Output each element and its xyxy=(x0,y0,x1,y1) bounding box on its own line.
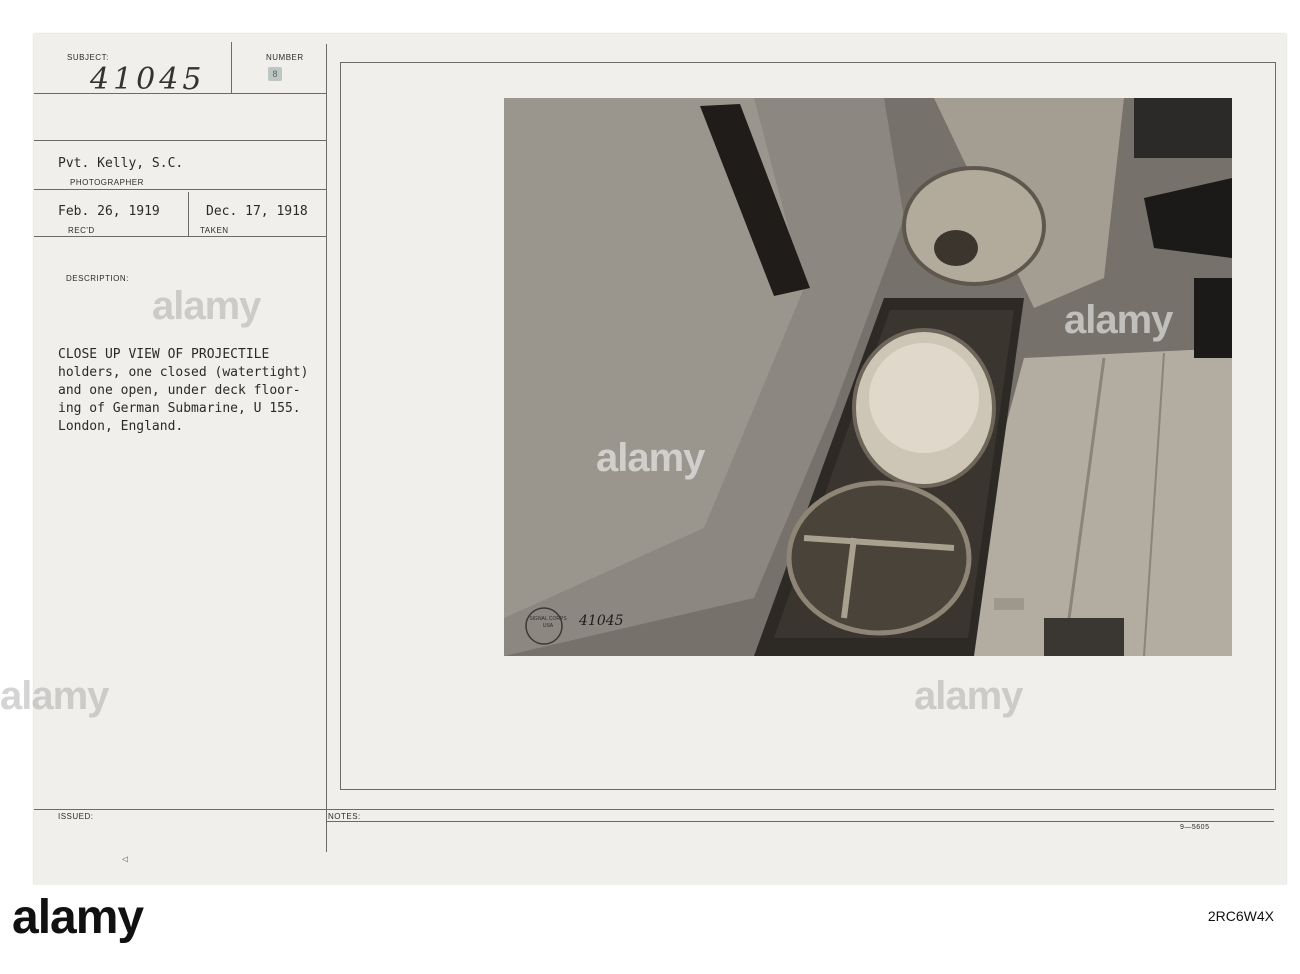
description-text: CLOSE UP VIEW OF PROJECTILE holders, one… xyxy=(58,346,388,436)
divider xyxy=(34,236,326,237)
divider xyxy=(188,192,189,237)
taken-label: TAKEN xyxy=(200,226,229,235)
divider xyxy=(34,140,326,141)
divider xyxy=(34,809,1274,810)
subject-label: SUBJECT: xyxy=(67,53,109,62)
description-line: and one open, under deck floor- xyxy=(58,383,301,398)
watermark: alamy xyxy=(152,284,261,328)
frame-border xyxy=(340,62,1276,63)
taken-date: Dec. 17, 1918 xyxy=(206,204,308,219)
number-stamp: 8 xyxy=(268,67,282,81)
frame-border xyxy=(1275,62,1276,790)
image-id: 2RC6W4X xyxy=(1207,908,1274,924)
watermark: alamy xyxy=(914,674,1023,718)
photo-illustration xyxy=(504,98,1232,656)
form-code: 9—5605 xyxy=(1180,824,1210,831)
divider xyxy=(326,821,1274,822)
signal-corps-stamp: SIGNAL CORPS USA xyxy=(529,616,567,629)
photo-number: 41045 xyxy=(579,613,624,629)
divider xyxy=(326,44,327,852)
archive-record-card: SUBJECT: NUMBER 41045 8 Pvt. Kelly, S.C.… xyxy=(0,34,1286,885)
issued-label: ISSUED: xyxy=(58,812,94,821)
description-line: London, England. xyxy=(58,419,184,434)
description-line: holders, one closed (watertight) xyxy=(58,365,309,380)
description-label: DESCRIPTION: xyxy=(66,274,129,283)
submarine-photograph: SIGNAL CORPS USA 41045 alamy alamy xyxy=(504,98,1232,656)
notes-label: NOTES: xyxy=(328,812,361,821)
description-line: ing of German Submarine, U 155. xyxy=(58,401,301,416)
frame-border xyxy=(340,789,1276,790)
description-line: CLOSE UP VIEW OF PROJECTILE xyxy=(58,347,270,362)
brand-logo: alamy xyxy=(12,891,144,944)
corner-mark-icon: ◁ xyxy=(122,854,129,865)
footer-banner xyxy=(0,885,1300,974)
photographer-name: Pvt. Kelly, S.C. xyxy=(58,156,184,171)
divider xyxy=(34,189,326,190)
number-label: NUMBER xyxy=(266,53,304,62)
divider xyxy=(231,42,232,94)
watermark: alamy xyxy=(0,674,109,718)
received-label: REC'D xyxy=(68,226,95,235)
watermark: alamy xyxy=(1064,298,1173,342)
subject-number: 41045 xyxy=(90,62,206,97)
received-date: Feb. 26, 1919 xyxy=(58,204,160,219)
photographer-label: PHOTOGRAPHER xyxy=(70,178,144,187)
watermark: alamy xyxy=(596,436,705,480)
